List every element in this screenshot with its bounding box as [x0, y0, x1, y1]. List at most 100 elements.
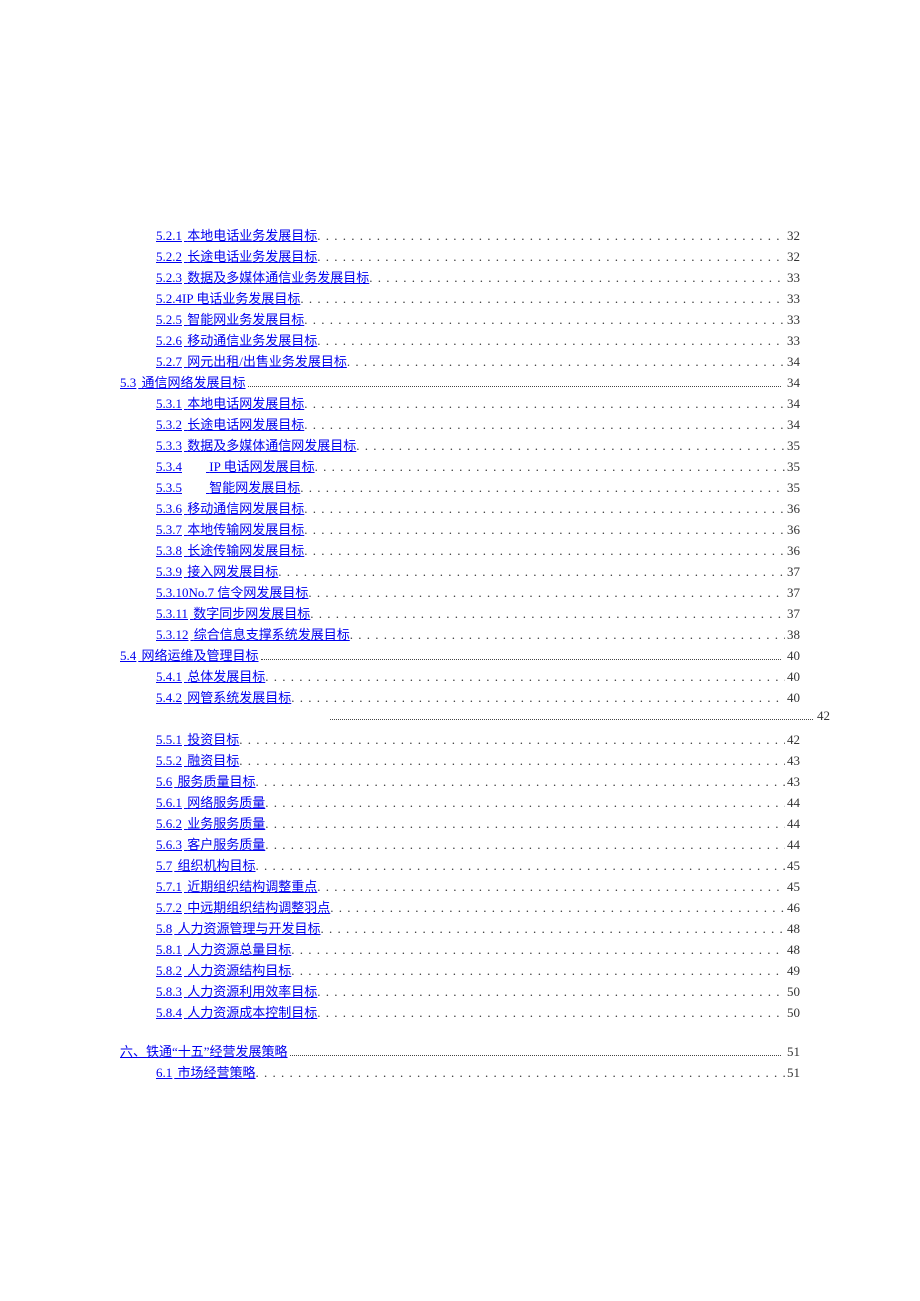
- toc-entry[interactable]: 5.8.1 人力资源总量目标. . . . . . . . . . . . . …: [156, 939, 800, 960]
- toc-entry[interactable]: 5.3.2 长途电话网发展目标. . . . . . . . . . . . .…: [156, 414, 800, 435]
- toc-entry[interactable]: 5.4.2 网管系统发展目标. . . . . . . . . . . . . …: [156, 687, 800, 708]
- toc-link[interactable]: 5.2.4IP 电话业务发展目标: [156, 288, 300, 309]
- toc-entry-number: 5.3.9: [156, 564, 182, 579]
- toc-page-number: 51: [785, 1041, 800, 1062]
- toc-entry[interactable]: 5.8.4 人力资源成本控制目标. . . . . . . . . . . . …: [156, 1002, 800, 1023]
- toc-link[interactable]: 5.3.10No.7 信令网发展目标: [156, 582, 308, 603]
- toc-entry[interactable]: 5.3.12 综合信息支撑系统发展目标. . . . . . . . . . .…: [156, 624, 800, 645]
- toc-entry[interactable]: 5.4 网络运维及管理目标40: [120, 645, 800, 666]
- toc-leader-dots: . . . . . . . . . . . . . . . . . . . . …: [304, 540, 785, 561]
- toc-link[interactable]: 5.3.9 接入网发展目标: [156, 561, 278, 582]
- toc-entry[interactable]: 5.8 人力资源管理与开发目标. . . . . . . . . . . . .…: [156, 918, 800, 939]
- toc-link[interactable]: 5.4 网络运维及管理目标: [120, 645, 259, 666]
- toc-entry[interactable]: 5.7 组织机构目标. . . . . . . . . . . . . . . …: [156, 855, 800, 876]
- toc-entry[interactable]: 5.2.5 智能网业务发展目标. . . . . . . . . . . . .…: [156, 309, 800, 330]
- toc-entry[interactable]: 5.3.1 本地电话网发展目标. . . . . . . . . . . . .…: [156, 393, 800, 414]
- toc-link[interactable]: 5.3.1 本地电话网发展目标: [156, 393, 304, 414]
- toc-entry[interactable]: 5.7.1 近期组织结构调整重点. . . . . . . . . . . . …: [156, 876, 800, 897]
- toc-link[interactable]: 5.4.2 网管系统发展目标: [156, 687, 291, 708]
- toc-link[interactable]: 6.1 市场经营策略: [156, 1062, 256, 1083]
- toc-link[interactable]: 5.8.4 人力资源成本控制目标: [156, 1002, 317, 1023]
- toc-entry[interactable]: 5.3.3 数据及多媒体通信网发展目标. . . . . . . . . . .…: [156, 435, 800, 456]
- toc-link[interactable]: 5.7 组织机构目标: [156, 855, 256, 876]
- toc-link[interactable]: 5.8.2 人力资源结构目标: [156, 960, 291, 981]
- toc-entry[interactable]: 5.3.4 IP 电话网发展目标. . . . . . . . . . . . …: [156, 456, 800, 477]
- toc-link[interactable]: 5.2.1 本地电话业务发展目标: [156, 225, 317, 246]
- toc-entry[interactable]: 六、铁通“十五”经营发展策略 51: [120, 1041, 800, 1062]
- toc-link[interactable]: 5.3.6 移动通信网发展目标: [156, 498, 304, 519]
- toc-link[interactable]: 5.3.5 智能网发展目标: [156, 477, 300, 498]
- toc-entry-number: 5.4.2: [156, 690, 182, 705]
- toc-link[interactable]: 5.2.3 数据及多媒体通信业务发展目标: [156, 267, 369, 288]
- toc-entry[interactable]: 5.5.1 投资目标. . . . . . . . . . . . . . . …: [156, 729, 800, 750]
- toc-entry[interactable]: 5.2.6 移动通信业务发展目标. . . . . . . . . . . . …: [156, 330, 800, 351]
- toc-link[interactable]: 5.6.2 业务服务质量: [156, 813, 265, 834]
- toc-entry-label: 本地传输网发展目标: [187, 522, 304, 537]
- toc-leader-dots: . . . . . . . . . . . . . . . . . . . . …: [256, 1062, 785, 1083]
- toc-link[interactable]: 5.6.3 客户服务质量: [156, 834, 265, 855]
- toc-link[interactable]: 5.5.2 融资目标: [156, 750, 239, 771]
- toc-page-number: 46: [785, 897, 800, 918]
- toc-entry[interactable]: 5.8.2 人力资源结构目标. . . . . . . . . . . . . …: [156, 960, 800, 981]
- toc-link[interactable]: 5.3.2 长途电话网发展目标: [156, 414, 304, 435]
- toc-entry[interactable]: 5.3.10No.7 信令网发展目标. . . . . . . . . . . …: [156, 582, 800, 603]
- toc-link[interactable]: 5.8 人力资源管理与开发目标: [156, 918, 321, 939]
- toc-link[interactable]: 5.3.8 长途传输网发展目标: [156, 540, 304, 561]
- toc-entry[interactable]: 5.3.8 长途传输网发展目标. . . . . . . . . . . . .…: [156, 540, 800, 561]
- toc-entry-label: 本地电话网发展目标: [187, 396, 304, 411]
- toc-entry-number: 5.8.3: [156, 984, 182, 999]
- toc-entry[interactable]: 5.6 服务质量目标. . . . . . . . . . . . . . . …: [156, 771, 800, 792]
- toc-leader-dots: . . . . . . . . . . . . . . . . . . . . …: [256, 855, 785, 876]
- toc-entry-label: 网管系统发展目标: [187, 690, 291, 705]
- toc-link[interactable]: 5.8.1 人力资源总量目标: [156, 939, 291, 960]
- toc-entry[interactable]: 5.4.1 总体发展目标. . . . . . . . . . . . . . …: [156, 666, 800, 687]
- toc-entry-number: 5.6.1: [156, 795, 182, 810]
- toc-entry-label: 通信网络发展目标: [142, 375, 246, 390]
- toc-entry[interactable]: 6.1 市场经营策略. . . . . . . . . . . . . . . …: [156, 1062, 800, 1083]
- toc-link[interactable]: 5.3.4 IP 电话网发展目标: [156, 456, 315, 477]
- toc-link[interactable]: 5.5.1 投资目标: [156, 729, 239, 750]
- toc-link[interactable]: 六、铁通“十五”经营发展策略: [120, 1041, 288, 1062]
- toc-entry[interactable]: 5.2.4IP 电话业务发展目标. . . . . . . . . . . . …: [156, 288, 800, 309]
- toc-entry[interactable]: 5.6.1 网络服务质量. . . . . . . . . . . . . . …: [156, 792, 800, 813]
- toc-entry[interactable]: 5.6.2 业务服务质量. . . . . . . . . . . . . . …: [156, 813, 800, 834]
- toc-link[interactable]: 5.6 服务质量目标: [156, 771, 256, 792]
- toc-entry[interactable]: 5.2.7 网元出租/出售业务发展目标. . . . . . . . . . .…: [156, 351, 800, 372]
- toc-link[interactable]: 5.3.12 综合信息支撑系统发展目标: [156, 624, 350, 645]
- toc-page-number: 34: [785, 393, 800, 414]
- toc-entry[interactable]: 5.7.2 中远期组织结构调整羽点. . . . . . . . . . . .…: [156, 897, 800, 918]
- toc-entry-label: 铁通“十五”经营发展策略: [146, 1044, 288, 1059]
- toc-entry[interactable]: 5.3.11 数字同步网发展目标. . . . . . . . . . . . …: [156, 603, 800, 624]
- toc-page-number: 33: [785, 267, 800, 288]
- toc-page-number: 50: [785, 981, 800, 1002]
- toc-entry[interactable]: 5.5.2 融资目标. . . . . . . . . . . . . . . …: [156, 750, 800, 771]
- toc-entry[interactable]: 5.2.1 本地电话业务发展目标. . . . . . . . . . . . …: [156, 225, 800, 246]
- toc-entry-number: 5.2.5: [156, 312, 182, 327]
- toc-link[interactable]: 5.2.2 长途电话业务发展目标: [156, 246, 317, 267]
- toc-link[interactable]: 5.2.5 智能网业务发展目标: [156, 309, 304, 330]
- toc-entry[interactable]: 5.3.5 智能网发展目标. . . . . . . . . . . . . .…: [156, 477, 800, 498]
- toc-page-number: 43: [785, 771, 800, 792]
- toc-link[interactable]: 5.7.2 中远期组织结构调整羽点: [156, 897, 330, 918]
- toc-link[interactable]: 5.2.6 移动通信业务发展目标: [156, 330, 317, 351]
- toc-link[interactable]: 5.3.11 数字同步网发展目标: [156, 603, 310, 624]
- toc-entry[interactable]: 5.8.3 人力资源利用效率目标. . . . . . . . . . . . …: [156, 981, 800, 1002]
- toc-entry[interactable]: 5.2.2 长途电话业务发展目标. . . . . . . . . . . . …: [156, 246, 800, 267]
- toc-entry[interactable]: 5.2.3 数据及多媒体通信业务发展目标. . . . . . . . . . …: [156, 267, 800, 288]
- toc-link[interactable]: 5.4.1 总体发展目标: [156, 666, 265, 687]
- toc-entry[interactable]: 5.6.3 客户服务质量. . . . . . . . . . . . . . …: [156, 834, 800, 855]
- toc-entry[interactable]: 5.3.7 本地传输网发展目标. . . . . . . . . . . . .…: [156, 519, 800, 540]
- toc-page-number: 38: [785, 624, 800, 645]
- toc-link[interactable]: 5.3 通信网络发展目标: [120, 372, 246, 393]
- toc-link[interactable]: 5.8.3 人力资源利用效率目标: [156, 981, 317, 1002]
- toc-link[interactable]: 5.3.3 数据及多媒体通信网发展目标: [156, 435, 356, 456]
- toc-link[interactable]: 5.7.1 近期组织结构调整重点: [156, 876, 317, 897]
- toc-link[interactable]: 5.3.7 本地传输网发展目标: [156, 519, 304, 540]
- toc-link[interactable]: 5.6.1 网络服务质量: [156, 792, 265, 813]
- toc-entry[interactable]: 5.3 通信网络发展目标34: [120, 372, 800, 393]
- toc-page-number: 36: [785, 519, 800, 540]
- toc-entry[interactable]: 5.3.6 移动通信网发展目标. . . . . . . . . . . . .…: [156, 498, 800, 519]
- toc-entry[interactable]: 5.3.9 接入网发展目标. . . . . . . . . . . . . .…: [156, 561, 800, 582]
- toc-link[interactable]: 5.2.7 网元出租/出售业务发展目标: [156, 351, 347, 372]
- toc-entry-label: 长途电话业务发展目标: [187, 249, 317, 264]
